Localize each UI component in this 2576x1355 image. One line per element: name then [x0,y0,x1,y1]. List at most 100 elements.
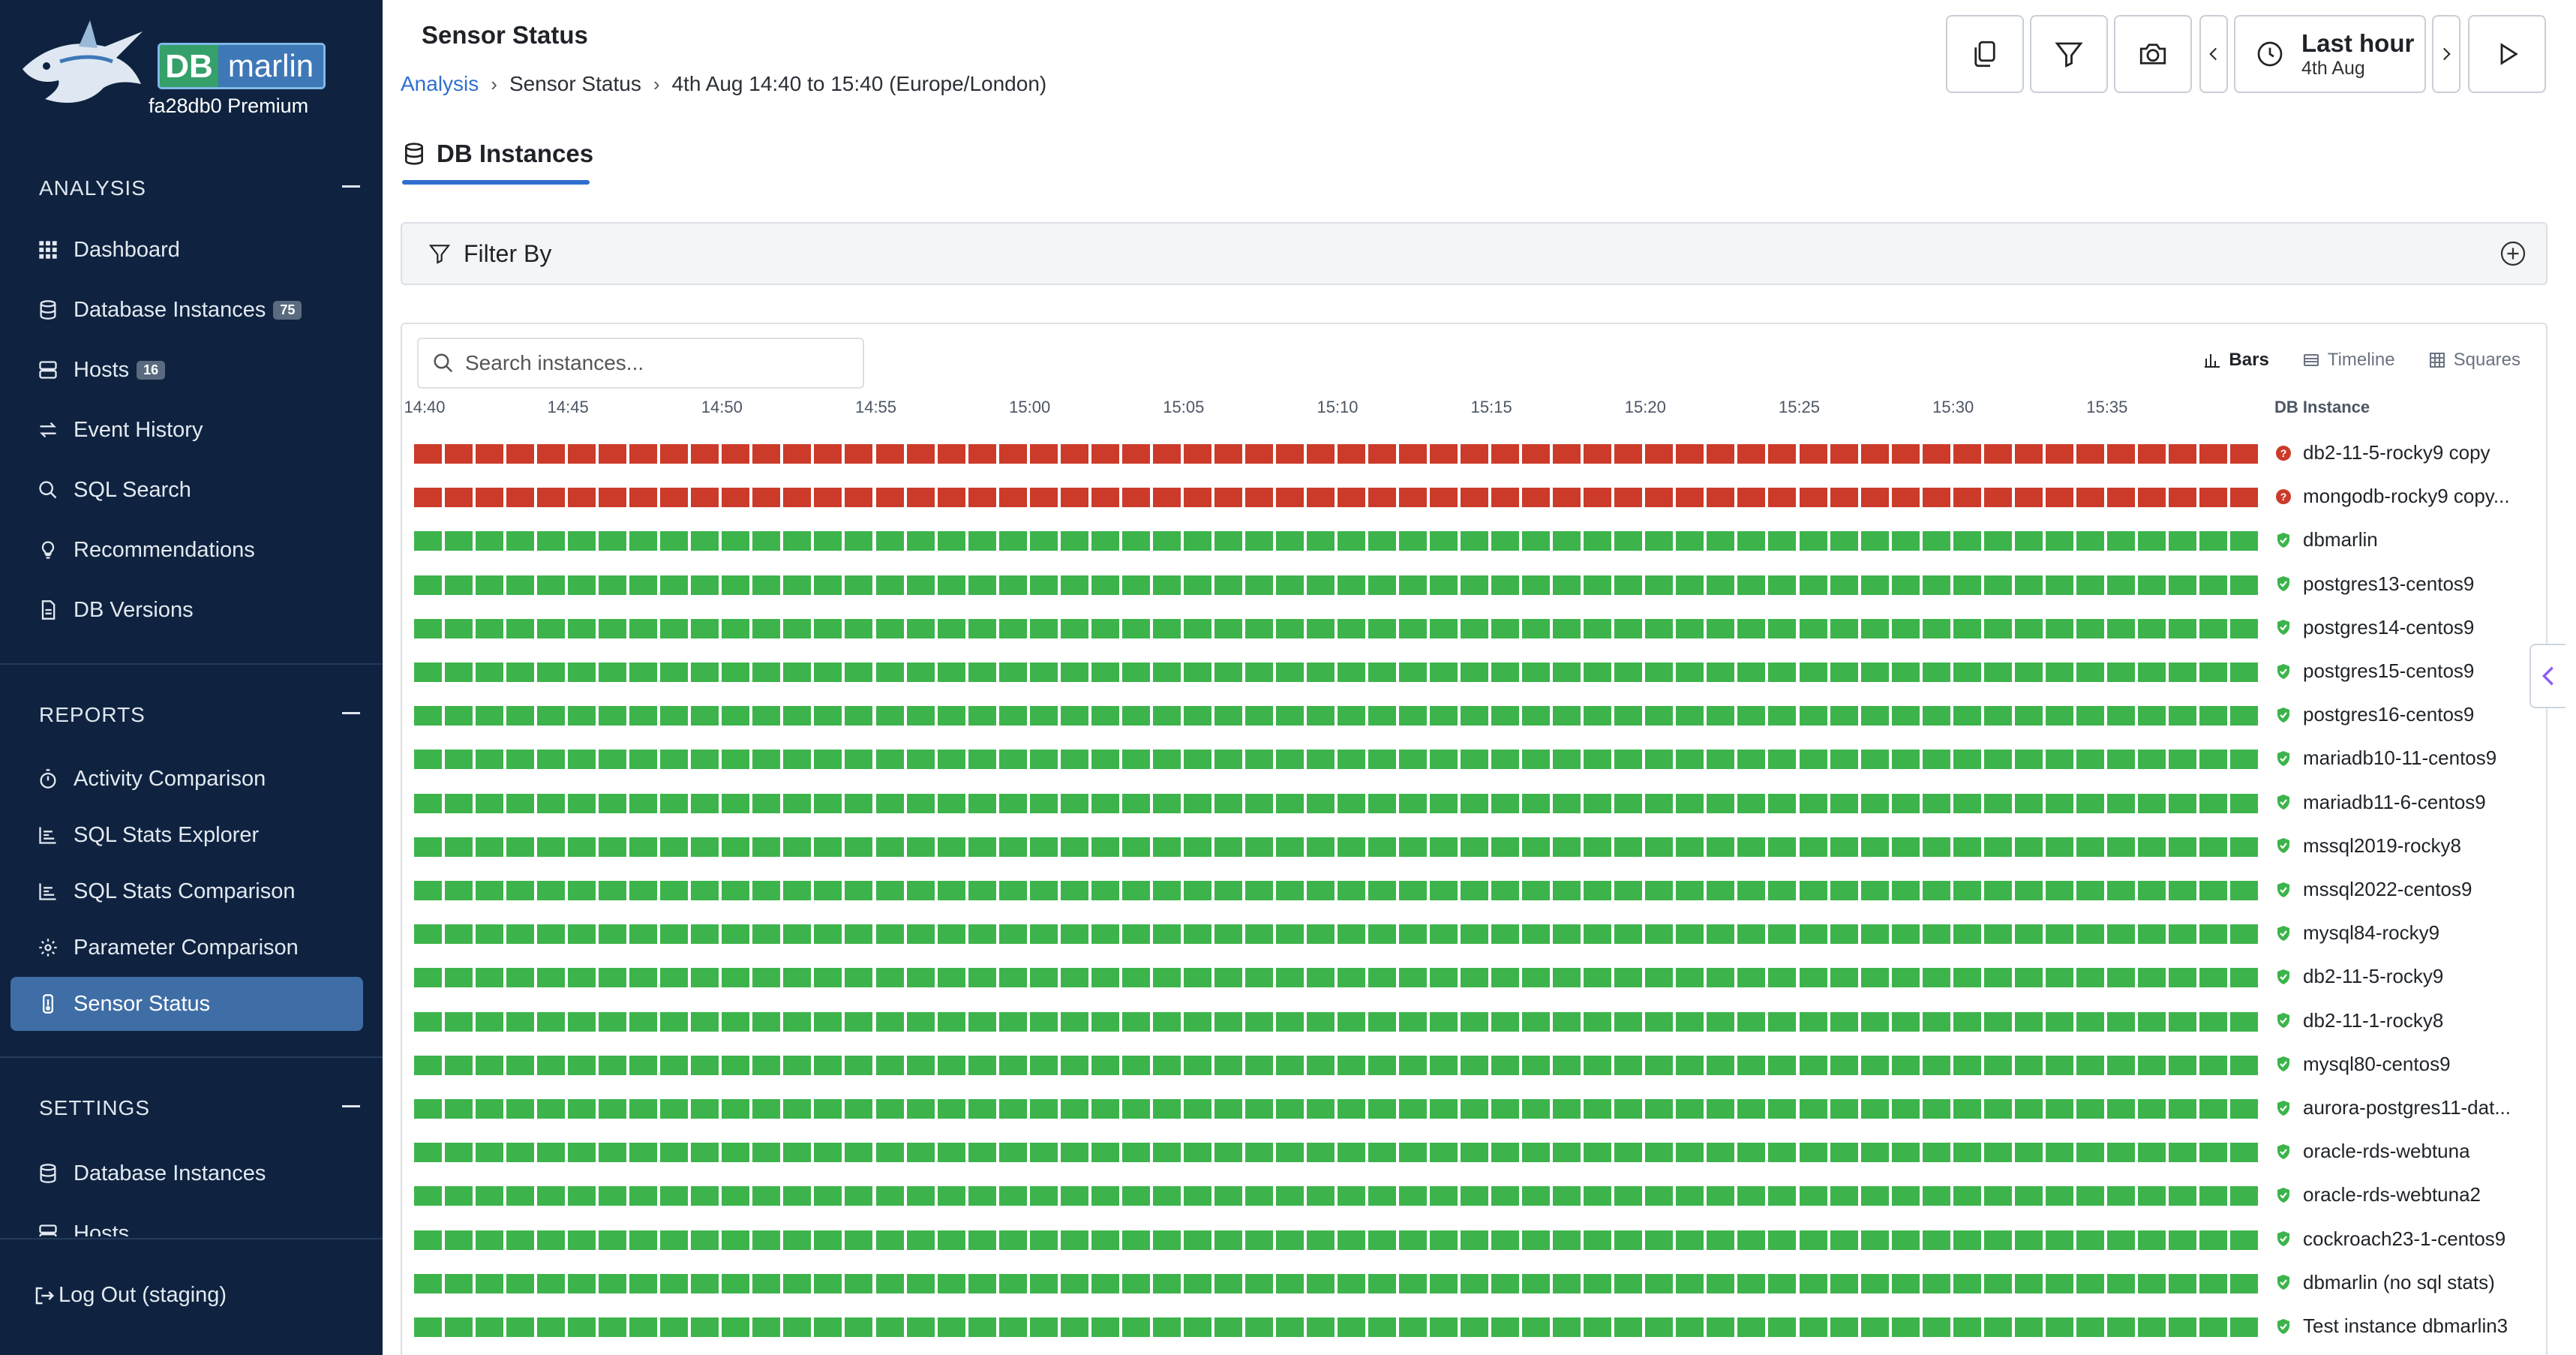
status-cell[interactable] [476,968,504,988]
status-cell[interactable] [1183,575,1211,595]
status-cell[interactable] [2168,531,2196,551]
status-cell[interactable] [752,575,781,595]
status-cell[interactable] [968,750,996,770]
status-cell[interactable] [722,750,750,770]
status-cell[interactable] [1953,881,1981,900]
status-cell[interactable] [845,1273,873,1293]
status-cell[interactable] [2199,531,2227,551]
status-cell[interactable] [1553,1099,1581,1119]
status-cell[interactable] [599,706,627,726]
status-cell[interactable] [814,793,842,813]
status-cell[interactable] [2045,1099,2073,1119]
status-cell[interactable] [937,488,965,508]
status-cell[interactable] [1768,1099,1797,1119]
status-cell[interactable] [1645,1317,1674,1337]
status-cell[interactable] [2045,881,2073,900]
status-cell[interactable] [2199,1099,2227,1119]
status-cell[interactable] [845,1055,873,1075]
status-cell[interactable] [814,881,842,900]
status-cell[interactable] [1922,1230,1950,1250]
status-cell[interactable] [845,618,873,638]
status-cell[interactable] [1152,1317,1181,1337]
status-cell[interactable] [445,444,473,464]
status-cell[interactable] [537,1230,566,1250]
status-cell[interactable] [1860,1143,1889,1163]
status-cell[interactable] [445,968,473,988]
status-cell[interactable] [2045,1143,2073,1163]
status-cell[interactable] [998,1055,1027,1075]
status-cell[interactable] [998,1273,1027,1293]
status-cell[interactable] [1214,531,1242,551]
status-cell[interactable] [845,1099,873,1119]
status-cell[interactable] [2045,1055,2073,1075]
status-cell[interactable] [906,924,935,945]
status-cell[interactable] [1214,575,1242,595]
status-cell[interactable] [1430,1317,1458,1337]
status-cell[interactable] [1768,793,1797,813]
status-cell[interactable] [1244,793,1273,813]
search-input[interactable] [465,351,855,375]
status-cell[interactable] [1768,1186,1797,1206]
status-cell[interactable] [906,444,935,464]
status-cell[interactable] [875,793,904,813]
status-cell[interactable] [445,662,473,682]
status-cell[interactable] [2106,575,2135,595]
status-cell[interactable] [1737,1186,1766,1206]
status-cell[interactable] [629,1273,658,1293]
db-instance-label[interactable]: cockroach23-1-centos9 [2274,1227,2537,1251]
status-cell[interactable] [1768,444,1797,464]
status-cell[interactable] [2076,1099,2104,1119]
status-cell[interactable] [2199,924,2227,945]
status-cell[interactable] [660,706,689,726]
status-cell[interactable] [998,1143,1027,1163]
status-cell[interactable] [2137,662,2166,682]
status-cell[interactable] [568,793,596,813]
status-cell[interactable] [1522,1055,1551,1075]
status-cell[interactable] [1244,1055,1273,1075]
status-cell[interactable] [2229,444,2258,464]
status-cell[interactable] [1399,1055,1428,1075]
status-cell[interactable] [660,662,689,682]
status-cell[interactable] [1152,1099,1181,1119]
status-cell[interactable] [875,662,904,682]
status-cell[interactable] [1553,444,1581,464]
status-cell[interactable] [691,1011,719,1032]
status-cell[interactable] [1676,837,1704,857]
status-cell[interactable] [2168,618,2196,638]
status-cell[interactable] [937,1099,965,1119]
status-cell[interactable] [1614,618,1643,638]
status-cell[interactable] [2076,1230,2104,1250]
status-cell[interactable] [1368,1055,1397,1075]
status-row[interactable]: postgres16-centos9 [405,703,2550,727]
status-cell[interactable] [1830,793,1858,813]
status-cell[interactable] [1553,1273,1581,1293]
status-cell[interactable] [1768,1011,1797,1032]
status-cell[interactable] [691,706,719,726]
status-cell[interactable] [691,488,719,508]
status-cell[interactable] [1737,750,1766,770]
status-cell[interactable] [1584,1230,1612,1250]
status-cell[interactable] [906,881,935,900]
status-cell[interactable] [1737,618,1766,638]
status-cell[interactable] [1121,444,1150,464]
status-cell[interactable] [2229,1273,2258,1293]
status-cell[interactable] [1768,1273,1797,1293]
status-cell[interactable] [2106,618,2135,638]
status-cell[interactable] [1522,924,1551,945]
status-cell[interactable] [1152,1055,1181,1075]
status-cell[interactable] [1399,575,1428,595]
status-cell[interactable] [1922,575,1950,595]
status-cell[interactable] [1338,575,1366,595]
status-cell[interactable] [1953,924,1981,945]
status-cell[interactable] [1430,924,1458,945]
status-cell[interactable] [1860,837,1889,857]
status-cell[interactable] [1860,1099,1889,1119]
status-cell[interactable] [599,968,627,988]
status-cell[interactable] [1707,793,1735,813]
status-cell[interactable] [2106,793,2135,813]
status-cell[interactable] [1707,924,1735,945]
status-cell[interactable] [1645,444,1674,464]
status-cell[interactable] [1275,881,1304,900]
status-cell[interactable] [1553,837,1581,857]
status-cell[interactable] [1676,1055,1704,1075]
